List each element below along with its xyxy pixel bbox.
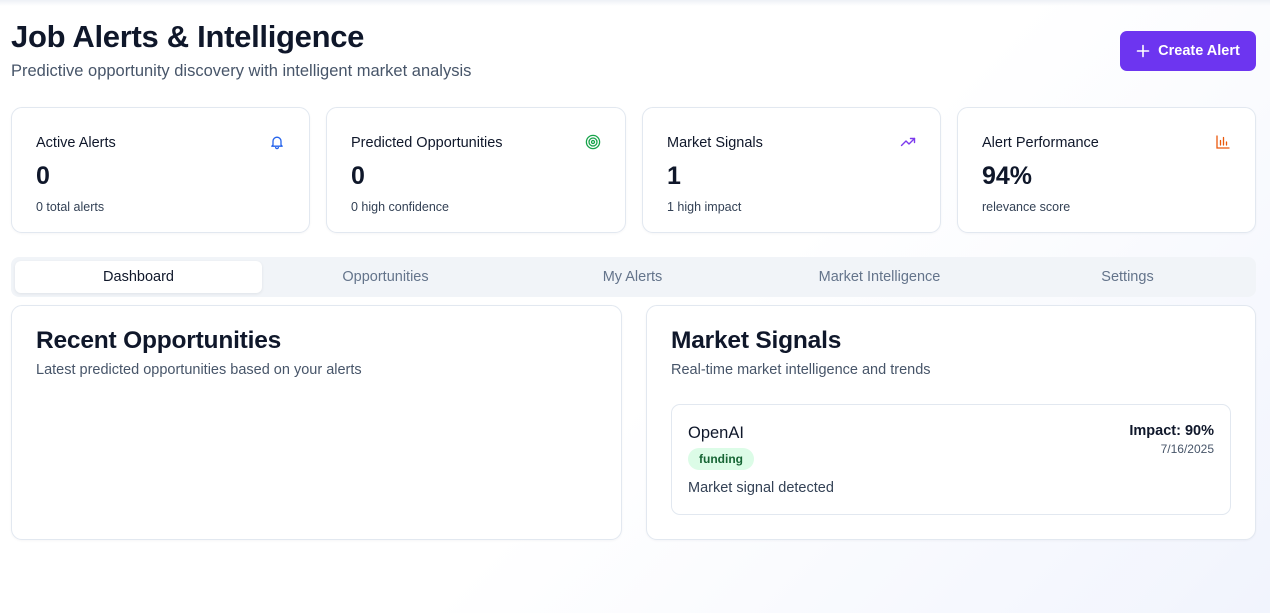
stat-value: 0 [36,162,50,190]
stat-sub: 1 high impact [667,200,742,214]
target-icon [585,134,601,150]
signal-date: 7/16/2025 [1160,442,1214,456]
create-alert-label: Create Alert [1158,43,1240,59]
stat-label: Predicted Opportunities [351,135,503,151]
tab-market-intelligence[interactable]: Market Intelligence [756,261,1003,293]
tab-settings[interactable]: Settings [1004,261,1251,293]
plus-icon [1136,44,1150,58]
create-alert-button[interactable]: Create Alert [1120,31,1256,71]
page-title: Job Alerts & Intelligence [11,19,365,54]
stat-card-market-signals: Market Signals 1 1 high impact [642,107,941,233]
trending-up-icon [900,137,916,147]
tab-opportunities[interactable]: Opportunities [262,261,509,293]
card-description: Real-time market intelligence and trends [671,362,931,378]
page-subtitle: Predictive opportunity discovery with in… [11,62,472,80]
stat-value: 0 [351,162,365,190]
signal-description: Market signal detected [688,480,834,496]
card-description: Latest predicted opportunities based on … [36,362,362,378]
stat-label: Market Signals [667,135,763,151]
signal-type-badge: funding [688,448,754,470]
tab-my-alerts[interactable]: My Alerts [509,261,756,293]
tab-list: Dashboard Opportunities My Alerts Market… [11,257,1256,297]
signal-company: OpenAI [688,424,744,442]
stat-value: 94% [982,162,1033,190]
market-signal-item[interactable]: OpenAI funding Market signal detected Im… [671,404,1231,515]
stat-card-predicted-opportunities: Predicted Opportunities 0 0 high confide… [326,107,626,233]
market-signals-card: Market Signals Real-time market intellig… [646,305,1256,540]
bar-chart-icon [1216,135,1230,149]
stat-label: Active Alerts [36,135,116,151]
signal-impact: Impact: 90% [1129,423,1214,439]
stat-sub: 0 total alerts [36,200,105,214]
tab-dashboard[interactable]: Dashboard [15,261,262,293]
stat-value: 1 [667,162,681,190]
top-shadow [0,0,1270,6]
stat-card-alert-performance: Alert Performance 94% relevance score [957,107,1256,233]
stat-sub: relevance score [982,200,1071,214]
card-title: Market Signals [671,327,842,354]
card-title: Recent Opportunities [36,327,282,354]
bell-icon [271,136,283,150]
stat-sub: 0 high confidence [351,200,449,214]
stat-label: Alert Performance [982,135,1099,151]
stat-card-active-alerts: Active Alerts 0 0 total alerts [11,107,310,233]
recent-opportunities-card: Recent Opportunities Latest predicted op… [11,305,622,540]
